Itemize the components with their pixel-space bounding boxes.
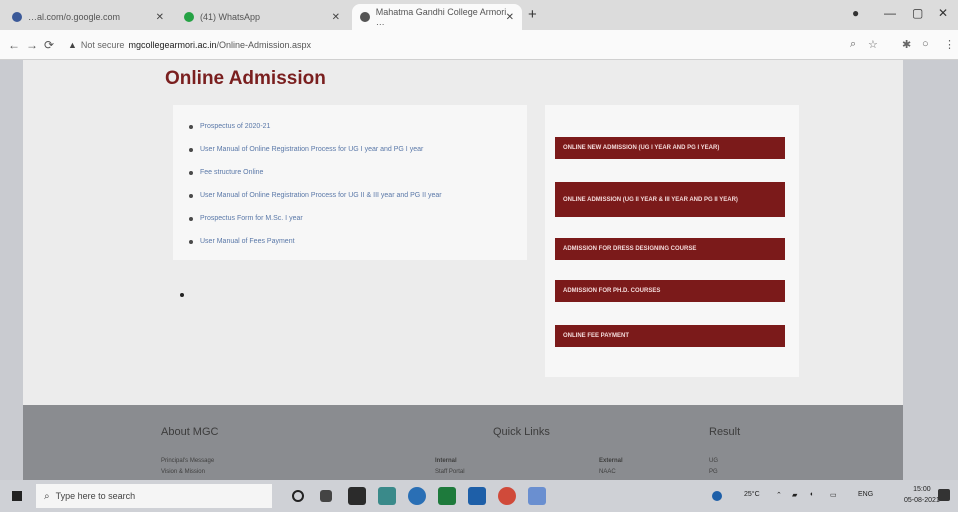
bullet-icon: [189, 239, 193, 244]
bullet-icon: [189, 170, 193, 175]
excel-icon[interactable]: [438, 487, 456, 505]
documents-panel: Prospectus of 2020-21 User Manual of Onl…: [173, 105, 527, 260]
tab-label: Mahatma Gandhi College Armori …: [375, 7, 507, 27]
store-icon[interactable]: [348, 487, 366, 505]
url-host: mgcollegearmori.ac.in: [128, 40, 217, 50]
tray-app-icon[interactable]: [712, 491, 722, 501]
warning-icon: ▲: [68, 40, 77, 50]
volume-icon[interactable]: ◐: [810, 491, 814, 498]
footer-link[interactable]: Principal's Message: [161, 458, 214, 464]
windows-start-icon[interactable]: [12, 491, 22, 501]
tab-favicon-icon: [184, 12, 194, 22]
forward-arrow-icon[interactable]: →: [26, 38, 38, 52]
document-link[interactable]: User Manual of Online Registration Proce…: [189, 138, 442, 161]
footer-link[interactable]: NAAC: [599, 469, 616, 475]
tab-close-icon[interactable]: ✕: [156, 12, 164, 23]
footer-about-heading: About MGC: [161, 426, 219, 438]
network-icon[interactable]: ▰: [792, 491, 797, 499]
bullet-icon: [189, 193, 193, 198]
document-link[interactable]: User Manual of Online Registration Proce…: [189, 184, 442, 207]
maximize-icon[interactable]: ▢: [912, 6, 923, 20]
task-view-icon[interactable]: [320, 490, 332, 502]
site-footer: About MGC Quick Links Result Principal's…: [23, 405, 903, 480]
url-path: /Online-Admission.aspx: [216, 40, 312, 50]
notification-icon[interactable]: [938, 489, 950, 501]
document-link[interactable]: Prospectus Form for M.Sc. I year: [189, 207, 442, 230]
footer-link[interactable]: Staff Portal: [435, 469, 465, 475]
address-bar-row: ← → ⟳ ▲ Not secure mgcollegearmori.ac.in…: [0, 30, 958, 60]
online-admission-senior-button[interactable]: ONLINE ADMISSION (UG II YEAR & III YEAR …: [555, 182, 785, 217]
new-tab-button[interactable]: +: [528, 6, 537, 23]
footer-quick-links-heading: Quick Links: [493, 426, 550, 438]
documents-list: Prospectus of 2020-21 User Manual of Onl…: [189, 115, 442, 253]
tab-favicon-icon: [360, 12, 370, 22]
security-label: Not secure: [80, 40, 125, 50]
profile-icon[interactable]: ●: [852, 6, 859, 20]
browser-tab-3-active[interactable]: Mahatma Gandhi College Armori … ✕: [352, 4, 522, 30]
tab-label: (41) WhatsApp: [200, 12, 261, 22]
back-arrow-icon[interactable]: ←: [8, 38, 20, 52]
online-fee-payment-button[interactable]: ONLINE FEE PAYMENT: [555, 325, 785, 347]
tab-close-icon[interactable]: ✕: [506, 12, 514, 23]
document-link[interactable]: User Manual of Fees Payment: [189, 230, 442, 253]
browser-tab-1[interactable]: …al.com/o.google.com ✕: [4, 4, 172, 30]
tray-arrow-icon[interactable]: ⌃: [776, 491, 782, 499]
menu-kebab-icon[interactable]: ⋮: [944, 38, 955, 51]
profile-circle-icon[interactable]: ○: [922, 38, 929, 50]
clock-date: 05-08-2021: [904, 497, 940, 504]
cortana-icon[interactable]: [292, 490, 304, 502]
tab-close-icon[interactable]: ✕: [332, 12, 340, 23]
url-text: mgcollegearmori.ac.in/Online-Admission.a…: [128, 40, 311, 50]
reload-icon[interactable]: ⟳: [44, 38, 54, 52]
windows-taskbar: ⌕ Type here to search 25°C ⌃ ▰ ◐ ▭ ENG 1…: [0, 480, 958, 512]
url-input[interactable]: ▲ Not secure mgcollegearmori.ac.in/Onlin…: [62, 35, 802, 55]
clock-time: 15:00: [913, 486, 931, 493]
keyboard-icon[interactable]: ▭: [830, 491, 837, 499]
footer-subheading: Internal: [435, 458, 457, 464]
zoom-icon[interactable]: ⌕: [850, 38, 856, 51]
bullet-icon: [189, 147, 193, 152]
footer-link[interactable]: PG: [709, 469, 718, 475]
footer-link[interactable]: UG: [709, 458, 718, 464]
bullet-icon: [189, 216, 193, 221]
chrome-icon[interactable]: [498, 487, 516, 505]
system-clock[interactable]: 15:00 05-08-2021: [904, 484, 940, 506]
mail-icon[interactable]: [468, 487, 486, 505]
app-icon[interactable]: [378, 487, 396, 505]
close-window-icon[interactable]: ✕: [938, 6, 948, 20]
search-placeholder: Type here to search: [55, 491, 136, 501]
weather-text[interactable]: 25°C: [744, 491, 760, 498]
edge-icon[interactable]: [408, 487, 426, 505]
page-body: Online Admission Prospectus of 2020-21 U…: [23, 60, 903, 480]
phd-admission-button[interactable]: ADMISSION FOR PH.D. COURSES: [555, 280, 785, 302]
online-new-admission-button[interactable]: ONLINE NEW ADMISSION (UG I YEAR AND PG I…: [555, 137, 785, 159]
browser-tab-2[interactable]: (41) WhatsApp ✕: [176, 4, 348, 30]
browser-tab-strip: …al.com/o.google.com ✕ (41) WhatsApp ✕ M…: [0, 0, 958, 30]
language-indicator[interactable]: ENG: [858, 491, 873, 498]
bookmark-star-icon[interactable]: ☆: [868, 38, 878, 51]
dress-designing-admission-button[interactable]: ADMISSION FOR DRESS DESIGNING COURSE: [555, 238, 785, 260]
extensions-icon[interactable]: ✱: [902, 38, 911, 51]
admission-panel: ONLINE NEW ADMISSION (UG I YEAR AND PG I…: [545, 105, 799, 377]
footer-link[interactable]: Vision & Mission: [161, 469, 205, 475]
taskbar-search-box[interactable]: ⌕ Type here to search: [36, 484, 272, 508]
tab-favicon-icon: [12, 12, 22, 22]
document-link[interactable]: Prospectus of 2020-21: [189, 115, 442, 138]
document-link[interactable]: Fee structure Online: [189, 161, 442, 184]
page-title: Online Admission: [165, 68, 326, 89]
footer-result-heading: Result: [709, 426, 741, 438]
tab-label: …al.com/o.google.com: [28, 12, 121, 22]
search-icon: ⌕: [44, 490, 50, 502]
footer-subheading: External: [599, 458, 623, 464]
bullet-icon: [189, 124, 193, 129]
minimize-icon[interactable]: —: [884, 6, 896, 20]
stray-dot: [180, 293, 184, 297]
photos-icon[interactable]: [528, 487, 546, 505]
page-viewport: Online Admission Prospectus of 2020-21 U…: [0, 60, 958, 480]
